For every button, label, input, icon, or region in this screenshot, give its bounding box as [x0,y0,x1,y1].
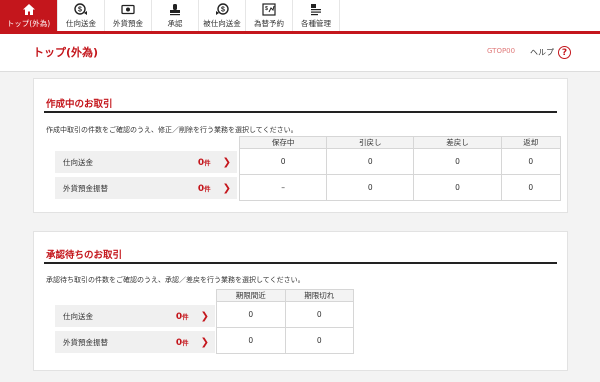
panel-description: 作成中取引の件数をご確認のうえ、修正／削除を行う業務を選択してください。 [46,126,298,134]
nav-item-exchange-contract[interactable]: $ 為替予約 [246,0,293,31]
page-header: トップ(外為) GTOP00 ヘルプ ? [0,34,600,72]
column-header: 引戻し [326,136,415,149]
column-header: 期限切れ [284,289,354,302]
nav-item-label: 承認 [167,19,183,28]
outgoing-remittance-icon: $ [74,3,87,15]
row-label: 外貨預金振替 [63,183,108,193]
chevron-right-icon: ❯ [200,310,209,322]
table-cell: 0 [500,174,562,201]
nav-item-label: トップ(外為) [6,19,51,28]
table-cell: 0 [216,301,286,328]
table-cell: 0 [326,148,415,175]
chevron-right-icon: ❯ [200,336,209,348]
table-cell: 0 [413,148,502,175]
panel-divider [44,262,557,264]
nav-item-label: 為替予約 [254,19,284,28]
home-icon [22,4,35,15]
main-nav: トップ(外為) $ 仕向送金 外貨預金 承認 $ 被仕向送金 $ 為替予約 各種… [0,0,600,34]
panel-description: 承認待ち取引の件数をご確認のうえ、承認／差戻を行う業務を選択してください。 [46,276,305,284]
chevron-right-icon: ❯ [222,182,231,194]
table-row: 0 0 0 0 [238,148,562,175]
svg-text:$: $ [221,7,225,14]
row-label: 外貨預金振替 [63,337,108,347]
row-count: 0件 [175,311,189,322]
svg-text:$: $ [78,7,82,14]
foreign-deposit-icon [121,4,135,15]
in-progress-row-outgoing-remittance[interactable]: 仕向送金 0件 ❯ [55,151,237,173]
nav-item-label: 被仕向送金 [203,19,241,28]
table-cell: 0 [216,327,286,354]
screen-id: GTOP00 [487,47,516,55]
awaiting-row-outgoing-remittance[interactable]: 仕向送金 0件 ❯ [55,305,215,327]
nav-item-label: 各種管理 [301,19,331,28]
table-cell: 0 [500,148,562,175]
row-count: 0件 [175,337,189,348]
panel-title: 作成中のお取引 [46,99,113,110]
nav-item-outgoing-remittance[interactable]: $ 仕向送金 [58,0,105,31]
help-icon: ? [558,46,571,59]
in-progress-panel: 作成中のお取引 作成中取引の件数をご確認のうえ、修正／削除を行う業務を選択してく… [33,78,568,213]
nav-item-foreign-deposit[interactable]: 外貨預金 [105,0,152,31]
row-label: 仕向送金 [63,157,93,167]
row-count: 0件 [197,183,211,194]
table-cell: 0 [413,174,502,201]
table-cell: 0 [238,148,328,175]
approval-icon [170,4,180,16]
table-row: – 0 0 0 [238,174,562,201]
nav-item-incoming-remittance[interactable]: $ 被仕向送金 [199,0,246,31]
table-cell: 0 [284,301,354,328]
nav-item-label: 外貨預金 [113,19,143,28]
svg-text:$: $ [265,6,268,12]
column-header: 保存中 [238,136,328,149]
awaiting-approval-panel: 承認待ちのお取引 承認待ち取引の件数をご確認のうえ、承認／差戻を行う業務を選択し… [33,231,568,371]
column-header: 期限間近 [216,289,286,302]
awaiting-row-foreign-deposit-transfer[interactable]: 外貨預金振替 0件 ❯ [55,331,215,353]
nav-item-approval[interactable]: 承認 [152,0,199,31]
panel-divider [44,111,557,113]
table-cell: 0 [326,174,415,201]
in-progress-row-foreign-deposit-transfer[interactable]: 外貨預金振替 0件 ❯ [55,177,237,199]
chevron-right-icon: ❯ [222,156,231,168]
in-progress-table: 保存中 引戻し 差戻し 返却 0 0 0 0 – 0 0 0 [238,136,562,201]
nav-item-management[interactable]: 各種管理 [293,0,340,31]
help-link[interactable]: ヘルプ ? [530,46,571,59]
awaiting-table: 期限間近 期限切れ 0 0 0 0 [216,289,354,354]
incoming-remittance-icon: $ [216,3,229,15]
nav-item-label: 仕向送金 [66,19,96,28]
panel-title: 承認待ちのお取引 [46,250,123,261]
column-header: 返却 [500,136,562,149]
table-row: 0 0 [216,327,354,354]
exchange-contract-icon: $ [262,3,276,16]
help-label: ヘルプ [530,48,554,57]
table-header-row: 期限間近 期限切れ [216,289,354,302]
table-row: 0 0 [216,301,354,328]
row-label: 仕向送金 [63,311,93,321]
management-icon [311,4,321,16]
table-cell: 0 [284,327,354,354]
table-header-row: 保存中 引戻し 差戻し 返却 [238,136,562,149]
row-count: 0件 [197,157,211,168]
page-title: トップ(外為) [33,46,99,59]
column-header: 差戻し [413,136,502,149]
nav-item-top[interactable]: トップ(外為) [0,0,58,31]
table-cell: – [238,174,328,201]
